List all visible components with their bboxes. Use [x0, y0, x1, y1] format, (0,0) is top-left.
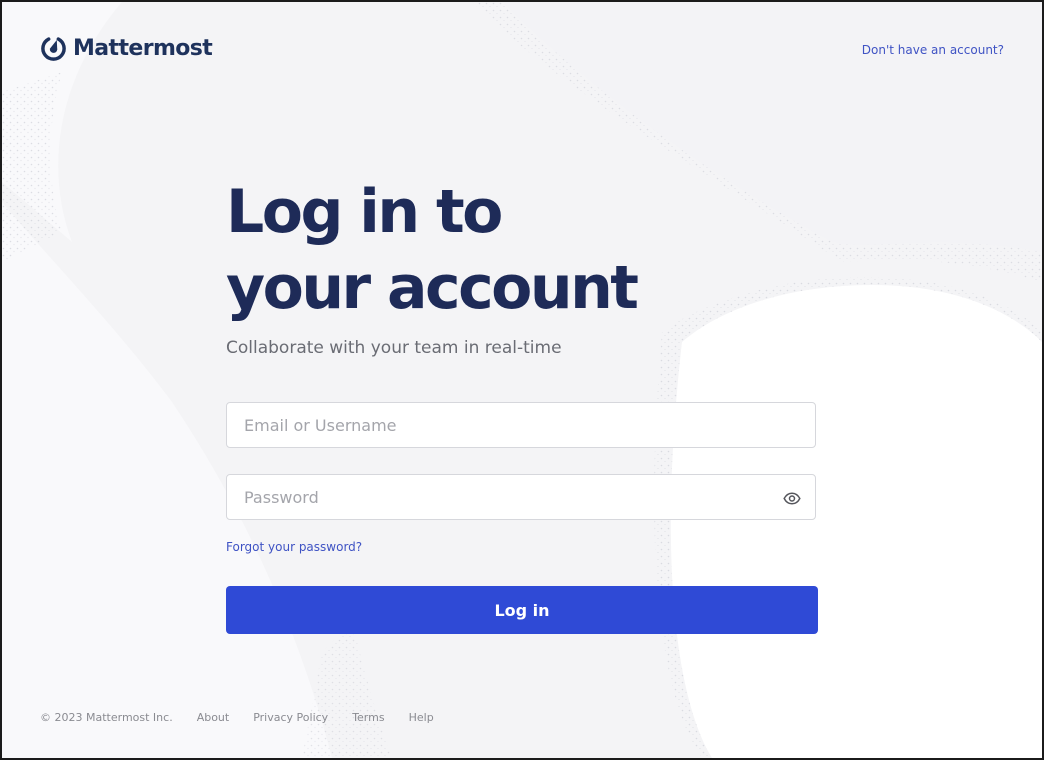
page-title: Log in to your account [226, 174, 639, 326]
footer-link-terms[interactable]: Terms [352, 711, 384, 724]
page-title-line-1: Log in to [226, 177, 503, 247]
email-username-input[interactable] [227, 403, 815, 447]
login-button[interactable]: Log in [226, 586, 818, 634]
background-decoration [2, 2, 1042, 758]
password-input[interactable] [227, 475, 815, 519]
footer-link-about[interactable]: About [197, 711, 230, 724]
login-page: Mattermost Don't have an account? Log in… [0, 0, 1044, 760]
footer: © 2023 Mattermost Inc. About Privacy Pol… [40, 711, 434, 724]
forgot-password-link[interactable]: Forgot your password? [226, 540, 362, 554]
signup-link[interactable]: Don't have an account? [862, 43, 1004, 57]
mattermost-logo-icon [40, 35, 67, 62]
page-subtitle: Collaborate with your team in real-time [226, 338, 562, 358]
brand-name: Mattermost [73, 36, 213, 61]
copyright-text: © 2023 Mattermost Inc. [40, 711, 173, 724]
email-field-container [226, 402, 816, 448]
password-field-container [226, 474, 816, 520]
mattermost-logo[interactable]: Mattermost [40, 35, 213, 62]
page-title-line-2: your account [226, 253, 639, 323]
footer-link-help[interactable]: Help [409, 711, 434, 724]
footer-link-privacy-policy[interactable]: Privacy Policy [253, 711, 328, 724]
eye-icon[interactable] [781, 487, 803, 509]
